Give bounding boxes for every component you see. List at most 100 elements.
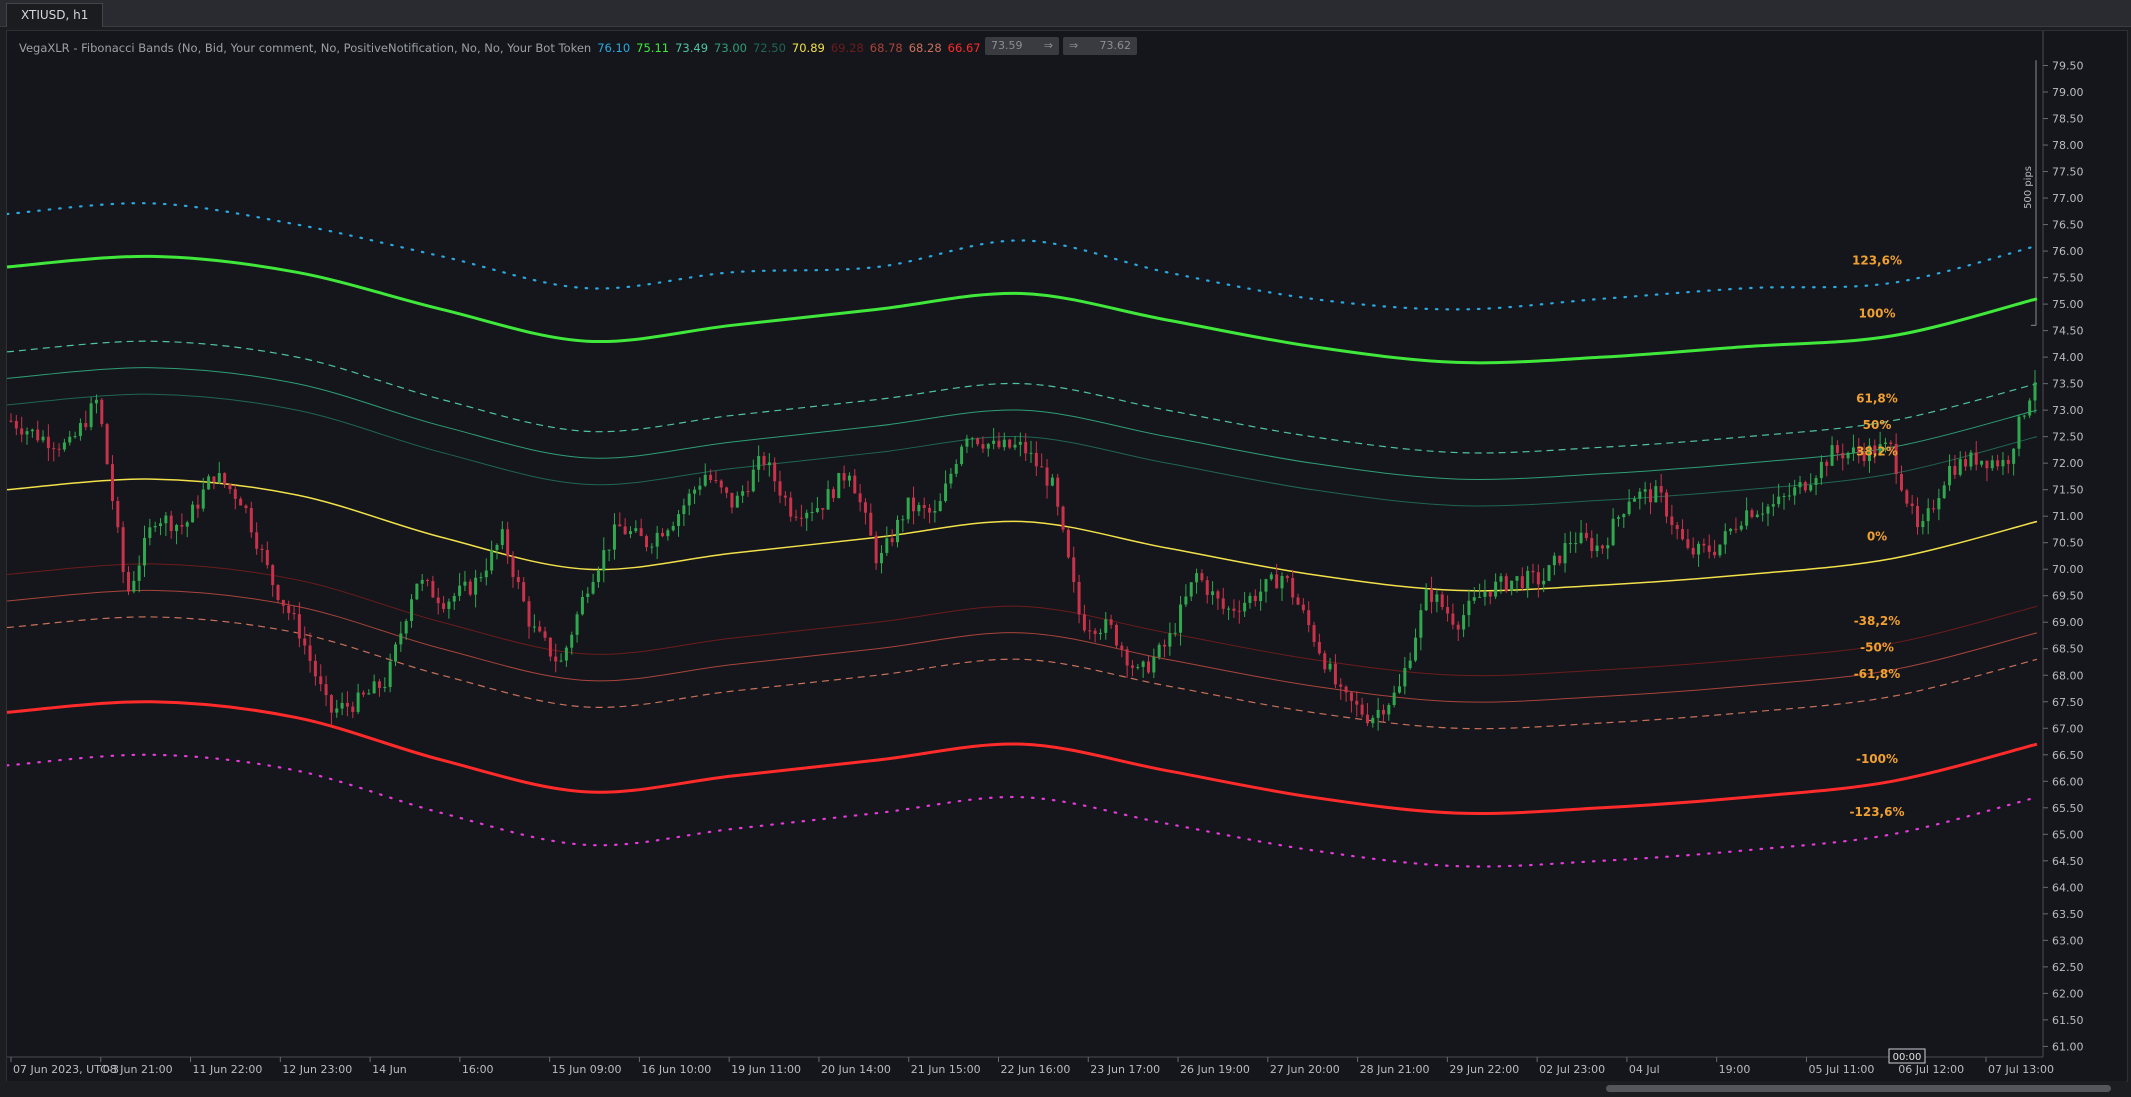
candle-body	[538, 626, 542, 632]
candle-body	[105, 424, 109, 465]
candle-body	[1681, 529, 1685, 540]
x-tick-label: 22 Jun 16:00	[1001, 1063, 1071, 1076]
fib-band-4	[7, 393, 2038, 507]
candle-body	[394, 644, 398, 662]
candle-body	[1125, 649, 1129, 666]
candle-body	[1777, 496, 1781, 505]
candle-body	[94, 399, 98, 404]
candle-body	[1355, 700, 1359, 705]
x-tick-label: 21 Jun 15:00	[911, 1063, 981, 1076]
legend-value-0: 76.10	[597, 41, 631, 55]
ask-price-box[interactable]: ⇒ 73.62	[1063, 37, 1137, 55]
candle-body	[677, 514, 681, 526]
candle-body	[1921, 521, 1925, 528]
candle-body	[821, 508, 825, 510]
fib-label-0: 123,6%	[1852, 254, 1902, 268]
candle-body	[1675, 525, 1679, 530]
fib-band-3	[7, 367, 2038, 480]
y-tick-label: 73.00	[2052, 404, 2084, 417]
candle-body	[1980, 460, 1984, 465]
candle-body	[1702, 543, 1706, 546]
candle-body	[1467, 600, 1471, 616]
candle-body	[420, 580, 424, 584]
x-tick-label: 11 Jun 22:00	[193, 1063, 263, 1076]
candle-body	[831, 489, 835, 499]
candle-body	[1205, 580, 1209, 595]
candle-body	[575, 614, 579, 635]
y-tick-label: 73.50	[2052, 378, 2084, 391]
candle-body	[1632, 498, 1636, 502]
candle-body	[853, 475, 857, 494]
candle-body	[986, 443, 990, 449]
candle-body	[1333, 663, 1337, 685]
candle-body	[714, 480, 718, 482]
candle-body	[1146, 661, 1150, 673]
chart-frame[interactable]: 79.50 79.00 78.50 78.00 77.50 77.00 76.50 76.00…	[6, 30, 2128, 1082]
candle-body	[1024, 441, 1028, 454]
candle-body	[1414, 637, 1418, 661]
candle-body	[73, 436, 77, 438]
candle-body	[1365, 714, 1369, 724]
fib-label-10: -123,6%	[1850, 805, 1905, 819]
candle-body	[912, 497, 916, 512]
scrollbar-thumb[interactable]	[1606, 1085, 2111, 1092]
y-tick-label: 68.50	[2052, 643, 2084, 656]
candle-body	[68, 436, 72, 443]
candle-body	[698, 485, 702, 490]
candle-body	[1312, 625, 1316, 642]
candle-body	[992, 440, 996, 444]
candle-body	[1563, 543, 1567, 564]
y-tick-label: 72.00	[2052, 457, 2084, 470]
candle-body	[1761, 513, 1765, 515]
chart-tab[interactable]: XTIUSD, h1	[6, 3, 104, 27]
candle-body	[709, 474, 713, 481]
candle-body	[1189, 582, 1193, 597]
candle-body	[1264, 579, 1268, 592]
x-tick-label: 29 Jun 22:00	[1449, 1063, 1519, 1076]
y-tick-label: 69.50	[2052, 590, 2084, 603]
y-tick-label: 61.00	[2052, 1040, 2084, 1053]
candle-body	[479, 577, 483, 579]
candle-body	[1638, 491, 1642, 499]
candle-body	[1798, 482, 1802, 488]
legend-value-2: 73.49	[675, 41, 709, 55]
bid-price-box[interactable]: 73.59 ⇒	[985, 37, 1059, 55]
horizontal-scrollbar[interactable]	[6, 1081, 2126, 1095]
candle-body	[1403, 668, 1407, 687]
candle-body	[116, 501, 120, 528]
candle-body	[1932, 508, 1936, 510]
candle-body	[1574, 543, 1578, 545]
price-chart[interactable]: 79.50 79.00 78.50 78.00 77.50 77.00 76.50 76.00…	[7, 31, 2127, 1081]
candle-body	[1034, 452, 1038, 467]
candle-body	[1547, 565, 1551, 581]
candle-body	[1916, 506, 1920, 528]
candle-body	[901, 519, 905, 521]
candle-body	[239, 498, 243, 506]
candle-body	[1942, 485, 1946, 499]
candle-body	[1659, 486, 1663, 493]
y-tick-label: 71.50	[2052, 484, 2084, 497]
candle-body	[265, 549, 269, 566]
candle-body	[9, 420, 13, 422]
candle-body	[1435, 594, 1439, 602]
candle-body	[1825, 461, 1829, 466]
candle-body	[1755, 514, 1759, 518]
candle-body	[1953, 465, 1957, 475]
candle-body	[527, 601, 531, 627]
candle-body	[372, 681, 376, 694]
candle-body	[1446, 607, 1450, 614]
candle-body	[789, 497, 793, 517]
x-tick-label: 27 Jun 20:00	[1270, 1063, 1340, 1076]
candle-body	[207, 476, 211, 490]
candle-body	[1291, 578, 1295, 598]
candle-body	[1510, 580, 1514, 591]
candle-body	[20, 428, 24, 435]
candle-body	[1280, 575, 1284, 589]
candle-body	[329, 695, 333, 713]
candle-body	[1627, 501, 1631, 515]
candle-body	[2001, 460, 2005, 467]
candle-body	[297, 614, 301, 639]
candle-body	[1184, 596, 1188, 605]
candle-body	[1050, 477, 1054, 486]
candle-body	[1424, 588, 1428, 611]
